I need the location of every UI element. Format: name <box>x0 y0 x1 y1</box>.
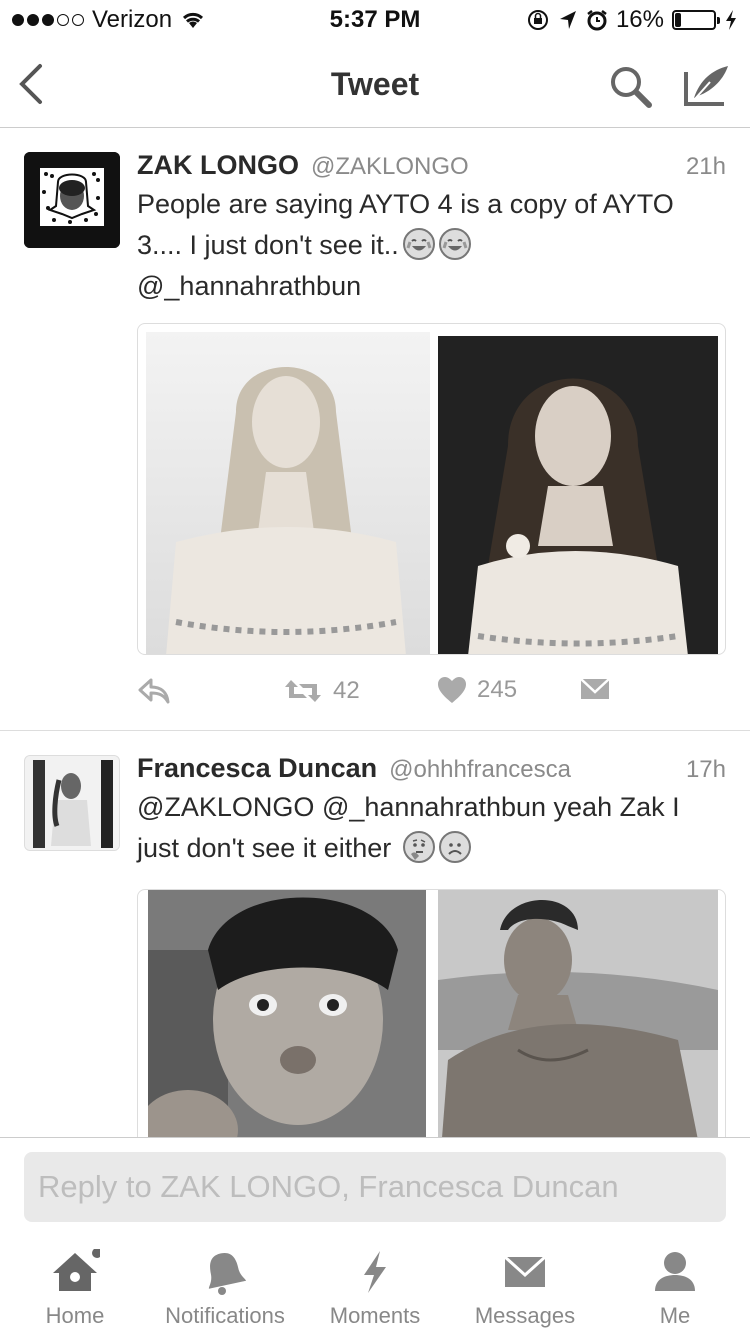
portrait-woman-dark-icon <box>468 378 688 654</box>
tab-messages[interactable]: Messages <box>450 1235 600 1334</box>
tab-label: Messages <box>474 1303 576 1328</box>
tweet-text-line: @ZAKLONGO @_hannahrathbun yeah Zak I <box>137 792 680 822</box>
tab-home[interactable]: Home <box>0 1235 150 1334</box>
alarm-icon <box>587 10 607 31</box>
charging-icon <box>726 10 736 30</box>
lightning-icon <box>364 1251 386 1293</box>
photo-right[interactable] <box>438 336 718 654</box>
joy-emoji-icon <box>438 228 471 260</box>
reply-button[interactable] <box>137 676 171 706</box>
retweet-button[interactable]: 42 <box>283 676 360 706</box>
tweet-text-line: 3.... I just don't see it.. <box>137 225 726 266</box>
tab-notifications[interactable]: Notifications <box>150 1235 300 1334</box>
author-name[interactable]: Francesca Duncan <box>137 753 377 784</box>
reply-bar <box>0 1137 750 1235</box>
retweet-count: 42 <box>333 677 360 704</box>
avatar[interactable] <box>24 755 120 851</box>
snapcode-avatar <box>24 152 120 248</box>
like-button[interactable]: 245 <box>437 676 517 704</box>
frowning-emoji-icon <box>438 831 471 863</box>
reply-icon <box>138 678 170 704</box>
tweet-2[interactable]: Francesca Duncan @ohhhfrancesca 17h @ZAK… <box>0 731 750 1137</box>
mention-link[interactable]: @_hannahrathbun <box>137 266 726 307</box>
tab-bar: Home Notifications Moments Messages Me <box>0 1235 750 1334</box>
retweet-icon <box>285 680 321 702</box>
tweet-media[interactable] <box>137 323 726 655</box>
tweet-text-line: People are saying AYTO 4 is a copy of AY… <box>137 189 674 219</box>
profile-photo-avatar <box>25 756 119 850</box>
tweet-1[interactable]: ZAK LONGO @ZAKLONGO 21h People are sayin… <box>0 128 750 730</box>
joy-emoji-icon <box>402 228 435 260</box>
tweet-media[interactable] <box>137 889 726 1137</box>
tweet-time: 21h <box>685 153 726 180</box>
photo-left[interactable] <box>148 890 426 1137</box>
tweet-text: @ZAKLONGO @_hannahrathbun yeah Zak I jus… <box>137 787 726 869</box>
photo-man-shirtless-icon <box>438 890 718 1137</box>
envelope-icon <box>503 1255 547 1287</box>
status-right: 16% <box>526 6 738 34</box>
tab-label: Me <box>659 1303 691 1328</box>
tab-label: Notifications <box>165 1303 285 1328</box>
rotation-lock-icon <box>527 10 548 30</box>
tweet-text-line: just don't see it either <box>137 828 726 869</box>
heart-icon <box>438 677 466 703</box>
battery-icon <box>672 10 720 30</box>
photo-man-face-icon <box>148 890 426 1137</box>
direct-message-button[interactable] <box>579 676 611 702</box>
tab-me[interactable]: Me <box>600 1235 750 1334</box>
compose-icon[interactable] <box>680 60 732 110</box>
thinking-emoji-icon <box>402 831 435 863</box>
tab-label: Moments <box>329 1303 421 1328</box>
portrait-woman-light-icon <box>166 367 406 654</box>
home-icon <box>53 1249 100 1291</box>
envelope-icon <box>580 678 610 699</box>
photo-left[interactable] <box>146 332 430 654</box>
author-handle[interactable]: @ohhhfrancesca <box>389 756 571 784</box>
status-bar: Verizon 5:37 PM 16% <box>0 0 750 40</box>
search-icon[interactable] <box>606 62 656 112</box>
tweet-actions: 42 245 <box>137 676 726 716</box>
tweet-text: People are saying AYTO 4 is a copy of AY… <box>137 184 726 307</box>
author-name[interactable]: ZAK LONGO <box>137 150 299 181</box>
like-count: 245 <box>477 676 518 703</box>
tab-label: Home <box>45 1303 105 1328</box>
tweet-header: Francesca Duncan @ohhhfrancesca 17h <box>137 753 726 784</box>
photo-right[interactable] <box>438 890 718 1137</box>
tweet-time: 17h <box>685 756 726 783</box>
nav-bar: Tweet <box>0 40 750 128</box>
tab-moments[interactable]: Moments <box>300 1235 450 1334</box>
location-icon <box>559 11 576 29</box>
reply-input[interactable] <box>24 1152 726 1222</box>
avatar[interactable] <box>24 152 120 248</box>
author-handle[interactable]: @ZAKLONGO <box>311 153 469 181</box>
tweet-header: ZAK LONGO @ZAKLONGO 21h <box>137 150 726 181</box>
bell-icon <box>208 1253 247 1295</box>
person-icon <box>655 1252 695 1291</box>
battery-percent: 16% <box>615 6 664 33</box>
